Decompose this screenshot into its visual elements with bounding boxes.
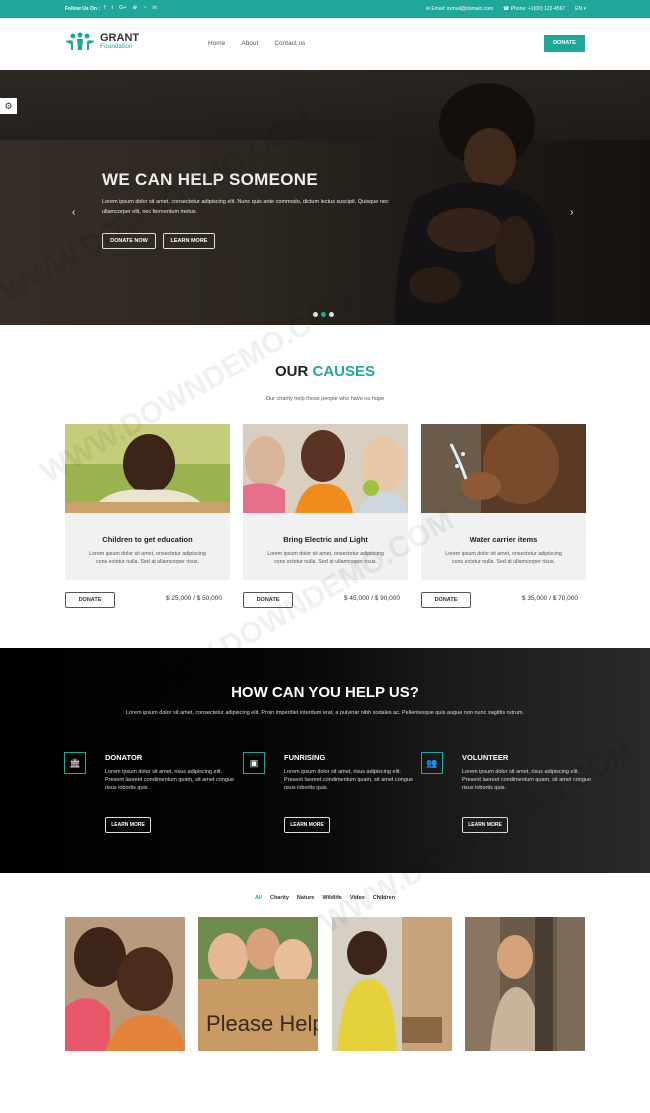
rss-icon[interactable]: ◔ <box>143 5 146 11</box>
slider-dot-2[interactable] <box>321 312 326 317</box>
logo[interactable]: GRANT Foundation <box>64 32 139 52</box>
filter-video[interactable]: Video <box>350 895 365 901</box>
gallery-image-please-help: Please Help <box>198 917 318 1051</box>
slider-dot-3[interactable] <box>329 312 334 317</box>
help-item-title: DONATOR <box>105 753 143 762</box>
gallery-photo-1[interactable] <box>65 917 185 1051</box>
cause-amount: $ 45,000 / $ 90,000 <box>344 595 401 602</box>
help-section: HOW CAN YOU HELP US? Lorem ipsum dolor s… <box>0 648 650 873</box>
header: GRANT Foundation Home About Contact us D… <box>0 18 650 70</box>
help-title: HOW CAN YOU HELP US? <box>231 684 419 701</box>
hero-text: Lorem ipsum dolor sit amet, consectetur … <box>102 199 389 215</box>
cause-donate-button[interactable]: DONATE <box>421 592 471 608</box>
cause-image-education <box>65 424 230 513</box>
cause-image-water <box>421 424 586 513</box>
help-item-title: FUNRISING <box>284 753 326 762</box>
facebook-icon[interactable]: f <box>104 5 106 11</box>
cause-amount: $ 25,000 / $ 50,000 <box>166 595 223 602</box>
gallery-image-child-post <box>465 917 585 1051</box>
causes-title: OUR CAUSES <box>274 363 375 380</box>
help-item-text: Lorem ipsum dolor sit amet, risus adipis… <box>462 769 592 791</box>
help-item-text: Lorem ipsum dolor sit amet, risus adipis… <box>284 769 414 791</box>
filter-wildlife[interactable]: Wildlife <box>322 895 342 901</box>
gallery-image-girl-basket <box>332 917 452 1051</box>
slider-dots <box>313 312 334 317</box>
google-plus-icon[interactable]: G+ <box>119 5 127 11</box>
logo-subtitle: Foundation <box>100 43 133 50</box>
nav-contact[interactable]: Contact us <box>274 40 305 47</box>
money-icon: ▣ <box>243 752 265 774</box>
bank-icon: 🏛 <box>64 752 86 774</box>
help-item-text: Lorem ipsum dolor sit amet, risus adipis… <box>105 769 235 791</box>
hero-learn-more-button[interactable]: LEARN MORE <box>163 233 215 249</box>
donate-header-button[interactable]: DONATE <box>544 35 585 52</box>
cause-title: Children to get education <box>102 535 193 544</box>
filter-nature[interactable]: Nature <box>297 895 314 901</box>
contact-info: ✉ Email: xxmail@domain.com ☎ Phone: +1(0… <box>426 6 586 12</box>
nav-about[interactable]: About <box>241 40 258 47</box>
help-learn-more-button[interactable]: LEARN MORE <box>284 817 330 833</box>
help-lead: Lorem ipsum dolor sit amet, consectetur … <box>125 710 525 716</box>
logo-people-icon <box>65 32 95 50</box>
nav-home[interactable]: Home <box>208 40 225 47</box>
cause-donate-button[interactable]: DONATE <box>243 592 293 608</box>
causes-subtitle: Our charity help those people who have n… <box>265 396 385 402</box>
gallery-filters: All Charity Nature Wildlife Video Childr… <box>0 895 650 901</box>
cause-title: Water carrier items <box>469 535 538 544</box>
hero-title: WE CAN HELP SOMEONE <box>102 170 319 189</box>
cause-text: Lorem ipsum dolor sit amet, onsectetur a… <box>267 551 384 565</box>
pinterest-icon[interactable]: ⊕ <box>133 5 138 11</box>
slider-next-icon[interactable]: › <box>570 207 573 218</box>
phone-icon: ☎ <box>503 6 511 12</box>
linkedin-icon[interactable]: in <box>153 5 157 11</box>
filter-children[interactable]: Children <box>373 895 395 901</box>
please-help-sign-text: Please Help <box>206 1011 318 1036</box>
cause-image-electric <box>243 424 408 513</box>
filter-charity[interactable]: Charity <box>270 895 289 901</box>
top-bar: Follow Us On : f t G+ ⊕ ◔ in ✉ Email: xx… <box>0 0 650 18</box>
slider-dot-1[interactable] <box>313 312 318 317</box>
cause-text: Lorem ipsum dolor sit amet, onsectetur a… <box>89 551 206 565</box>
social-links: f t G+ ⊕ ◔ in <box>104 5 157 11</box>
gallery-image-siblings <box>65 917 185 1051</box>
filter-all[interactable]: All <box>255 895 262 901</box>
language-select[interactable]: EN ▾ <box>575 6 586 12</box>
cause-card-education[interactable]: Children to get education Lorem ipsum do… <box>65 424 230 580</box>
cause-card-electric[interactable]: Bring Electric and Light Lorem ipsum dol… <box>243 424 408 580</box>
cause-donate-button[interactable]: DONATE <box>65 592 115 608</box>
twitter-icon[interactable]: t <box>112 5 114 11</box>
footer-fade <box>0 1055 650 1113</box>
donate-now-button[interactable]: DONATE NOW <box>102 233 156 249</box>
phone-info: ☎ Phone: +1(00) 123-4567 <box>503 6 566 12</box>
cause-text: Lorem ipsum dolor sit amet, onsectetur a… <box>445 551 562 565</box>
gallery-photo-3[interactable] <box>332 917 452 1051</box>
hero-slider: WE CAN HELP SOMEONE Lorem ipsum dolor si… <box>0 70 650 325</box>
cause-card-water[interactable]: Water carrier items Lorem ipsum dolor si… <box>421 424 586 580</box>
cause-title: Bring Electric and Light <box>283 535 368 544</box>
logo-title: GRANT <box>100 32 140 44</box>
help-item-title: VOLUNTEER <box>462 753 509 762</box>
gallery-photo-4[interactable] <box>465 917 585 1051</box>
main-nav: Home About Contact us <box>208 40 305 47</box>
help-learn-more-button[interactable]: LEARN MORE <box>105 817 151 833</box>
settings-gear-icon[interactable]: ⚙ <box>0 98 17 114</box>
follow-label: Follow Us On : <box>65 6 100 12</box>
email-info[interactable]: ✉ Email: xxmail@domain.com <box>426 6 493 12</box>
users-icon: 👥 <box>421 752 443 774</box>
slider-prev-icon[interactable]: ‹ <box>72 207 75 218</box>
cause-amount: $ 35,000 / $ 70,000 <box>522 595 579 602</box>
help-learn-more-button[interactable]: LEARN MORE <box>462 817 508 833</box>
gallery-photo-2[interactable]: Please Help <box>198 917 318 1051</box>
